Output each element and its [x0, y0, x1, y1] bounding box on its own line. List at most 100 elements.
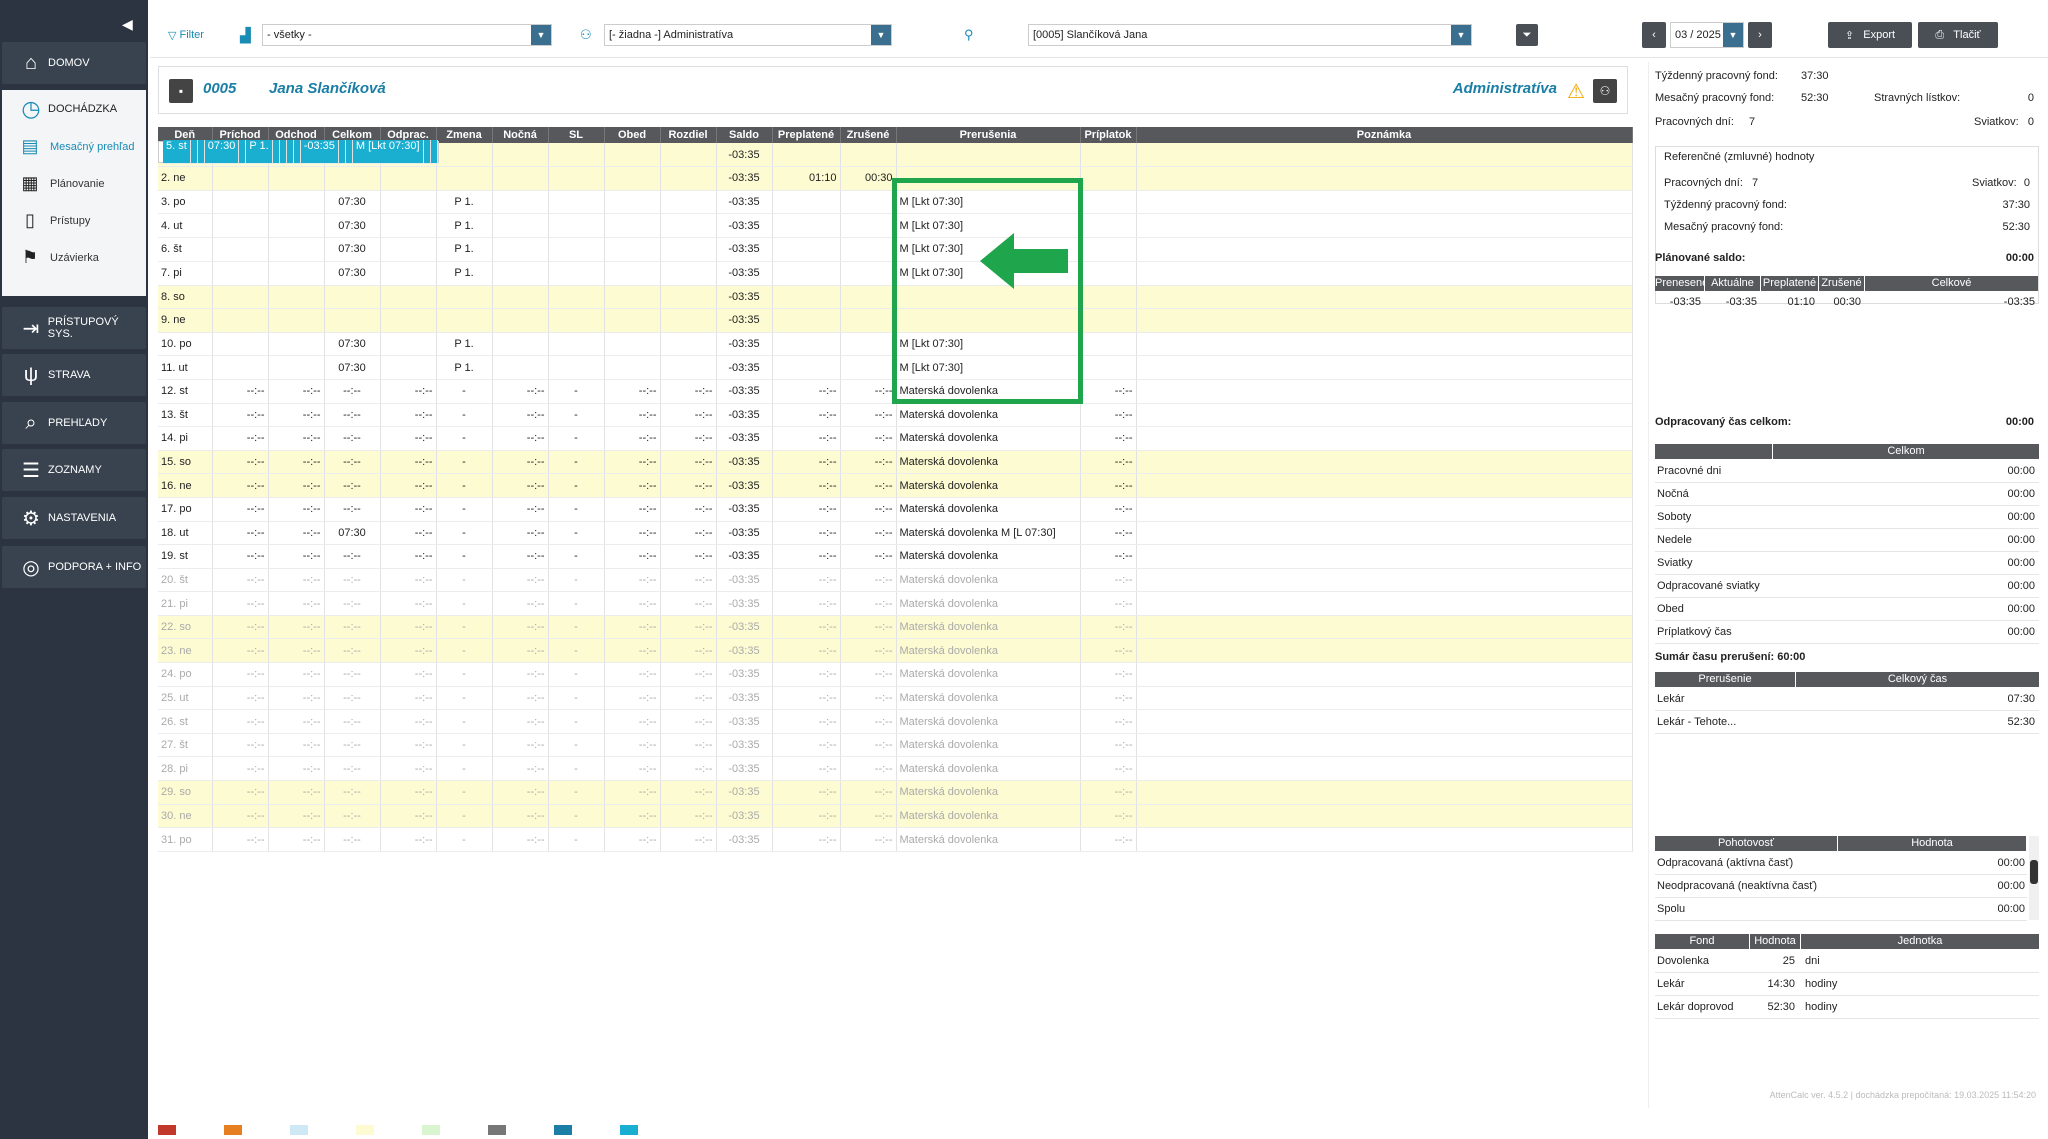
table-cell — [212, 237, 269, 262]
employee-select[interactable]: [0005] Slančíková Jana ▼ — [1028, 24, 1472, 46]
group-select[interactable]: [- žiadna -] Administratíva ▼ — [604, 24, 892, 46]
column-header[interactable]: Nočná — [492, 127, 549, 143]
nav-dochadzka[interactable]: ◷ DOCHÁDZKA — [2, 90, 146, 128]
sub-uzavierka[interactable]: ⚑ Uzávierka — [2, 239, 146, 276]
prev-month-button[interactable]: ‹ — [1642, 22, 1666, 48]
table-cell: -03:35 — [716, 143, 773, 168]
table-cell: --:-- — [1080, 804, 1137, 829]
table-cell: -03:35 — [716, 261, 773, 286]
nav-domov[interactable]: ⌂ DOMOV — [2, 42, 146, 84]
person-icon: ⚲ — [964, 27, 974, 42]
table-cell: -03:35 — [716, 379, 773, 404]
table-cell: -03:35 — [716, 450, 773, 475]
table-cell: - — [436, 733, 493, 758]
table-cell — [1136, 237, 1633, 262]
table-cell — [1136, 497, 1633, 522]
column-header[interactable]: Preplatené — [772, 127, 841, 143]
column-header[interactable]: Príplatok — [1080, 127, 1137, 143]
standby-scrollbar[interactable] — [2029, 836, 2039, 920]
column-header[interactable]: SL — [548, 127, 605, 143]
warning-icon[interactable]: ⚠ — [1567, 79, 1585, 104]
table-cell: --:-- — [1080, 756, 1137, 782]
table-cell: --:-- — [840, 615, 897, 640]
table-cell: --:-- — [604, 638, 661, 664]
table-cell: --:-- — [604, 662, 661, 687]
chevron-down-icon[interactable]: ▼ — [1723, 23, 1743, 47]
table-row[interactable]: 31. po --:-- --:-- --:-- --:-- - --:-- - --:-- --… — [158, 827, 1633, 852]
table-cell: --:-- — [772, 827, 841, 852]
table-cell: --:-- — [660, 756, 717, 782]
table-row[interactable]: 16. ne --:-- --:-- --:-- --:-- - --:-- - --:-- --… — [158, 473, 1633, 498]
table-cell — [772, 143, 841, 168]
table-row[interactable]: 28. pi --:-- --:-- --:-- --:-- - --:-- - --:-- --… — [158, 756, 1633, 782]
table-row[interactable]: 13. št --:-- --:-- --:-- --:-- - --:-- - --:-- --… — [158, 403, 1633, 428]
table-row[interactable]: 20. št --:-- --:-- --:-- --:-- - --:-- - --:-- --… — [158, 568, 1633, 593]
table-row[interactable]: 23. ne --:-- --:-- --:-- --:-- - --:-- - --:-- --… — [158, 638, 1633, 664]
org-select[interactable]: - všetky - ▼ — [262, 24, 552, 46]
int-header-time: Celkový čas — [1796, 672, 2039, 687]
table-cell: -03:35 — [716, 285, 773, 310]
nav-prehlady[interactable]: ⌕ PREHĽADY — [2, 402, 146, 444]
print-button[interactable]: ⎙ Tlačiť — [1918, 22, 1998, 48]
export-button[interactable]: ⇪ Export — [1828, 22, 1912, 48]
nav-zoznamy[interactable]: ☰ ZOZNAMY — [2, 449, 146, 491]
table-row[interactable]: 29. so --:-- --:-- --:-- --:-- - --:-- - --:-- --… — [158, 780, 1633, 805]
table-row[interactable]: 24. po --:-- --:-- --:-- --:-- - --:-- - --:-- --… — [158, 662, 1633, 687]
column-header[interactable]: Zmena — [436, 127, 493, 143]
funnel-button[interactable]: ⏷ — [1516, 24, 1538, 46]
group-badge-icon[interactable]: ⚇ — [1593, 79, 1617, 103]
table-cell: --:-- — [840, 473, 897, 498]
table-cell — [772, 308, 841, 333]
table-cell: --:-- — [324, 426, 381, 451]
toolbar: ▽ Filter ▟ - všetky - ▼ ⚇ [- žiadna -] Ad… — [150, 10, 2048, 58]
table-cell: --:-- — [840, 662, 897, 687]
sub-planovanie[interactable]: ▦ Plánovanie — [2, 165, 146, 202]
table-cell: --:-- — [492, 426, 549, 451]
table-cell: --:-- — [268, 544, 325, 569]
table-row[interactable]: 30. ne --:-- --:-- --:-- --:-- - --:-- - --:-- --… — [158, 804, 1633, 829]
table-cell — [380, 308, 437, 333]
column-header[interactable]: Obed — [604, 127, 661, 143]
next-month-button[interactable]: › — [1748, 22, 1772, 48]
nav-nastavenia[interactable]: ⚙ NASTAVENIA — [2, 497, 146, 539]
table-cell: --:-- — [1080, 686, 1137, 711]
table-row[interactable]: 17. po --:-- --:-- --:-- --:-- - --:-- - --:-- --… — [158, 497, 1633, 522]
table-row[interactable]: 25. ut --:-- --:-- --:-- --:-- - --:-- - --:-- --… — [158, 686, 1633, 711]
column-header[interactable]: Prerušenia — [896, 127, 1081, 143]
sub-mesacny-prehlad[interactable]: ▤ Mesačný prehľad — [2, 128, 146, 165]
table-cell: Materská dovolenka — [896, 827, 1081, 852]
table-cell: - — [548, 709, 605, 734]
period-select[interactable]: 03 / 2025 ▼ — [1670, 22, 1744, 48]
nav-strava[interactable]: ψ STRAVA — [2, 354, 146, 396]
column-header[interactable]: Saldo — [716, 127, 773, 143]
table-row[interactable]: 5. st 07:30 P 1. -03:35 M [Lkt 07:30] — [158, 140, 439, 164]
table-row[interactable]: 27. št --:-- --:-- --:-- --:-- - --:-- - --:-- --… — [158, 733, 1633, 758]
table-cell — [268, 237, 325, 262]
table-row[interactable]: 15. so --:-- --:-- --:-- --:-- - --:-- - --:-- --… — [158, 450, 1633, 475]
table-cell — [1136, 379, 1633, 404]
chevron-down-icon[interactable]: ▼ — [531, 25, 551, 45]
column-header[interactable]: Rozdiel — [660, 127, 717, 143]
table-row[interactable]: 26. st --:-- --:-- --:-- --:-- - --:-- - --:-- --… — [158, 709, 1633, 734]
filter-button[interactable]: ▽ Filter — [168, 24, 204, 46]
table-row[interactable]: 18. ut --:-- --:-- 07:30 --:-- - --:-- - --:-- --… — [158, 521, 1633, 546]
flag-icon: ⚑ — [21, 247, 39, 267]
nav-podpora[interactable]: ◎ PODPORA + INFO — [2, 546, 146, 588]
nav-pristupovy-sys[interactable]: ⇥ PRÍSTUPOVÝ SYS. — [2, 307, 146, 349]
sub-pristupy[interactable]: ▯ Prístupy — [2, 202, 146, 239]
table-row[interactable]: 19. st --:-- --:-- --:-- --:-- - --:-- - --:-- --… — [158, 544, 1633, 569]
column-header[interactable]: Poznámka — [1136, 127, 1633, 143]
table-cell — [492, 237, 549, 262]
table-cell: --:-- — [1080, 426, 1137, 451]
list-item-cell: 25 — [1782, 955, 1795, 967]
table-row[interactable]: 21. pi --:-- --:-- --:-- --:-- - --:-- - --:-- --… — [158, 591, 1633, 616]
column-header[interactable]: Zrušené — [840, 127, 897, 143]
table-row[interactable]: 14. pi --:-- --:-- --:-- --:-- - --:-- - --:-- --… — [158, 426, 1633, 451]
collapse-icon[interactable]: ◀ — [122, 16, 133, 33]
table-cell: --:-- — [492, 521, 549, 546]
table-row[interactable]: 22. so --:-- --:-- --:-- --:-- - --:-- - --:-- --… — [158, 615, 1633, 640]
table-cell: P 1. — [436, 213, 493, 238]
list-item: Spolu 00:00 — [1655, 898, 2027, 921]
chevron-down-icon[interactable]: ▼ — [1451, 25, 1471, 45]
chevron-down-icon[interactable]: ▼ — [871, 25, 891, 45]
